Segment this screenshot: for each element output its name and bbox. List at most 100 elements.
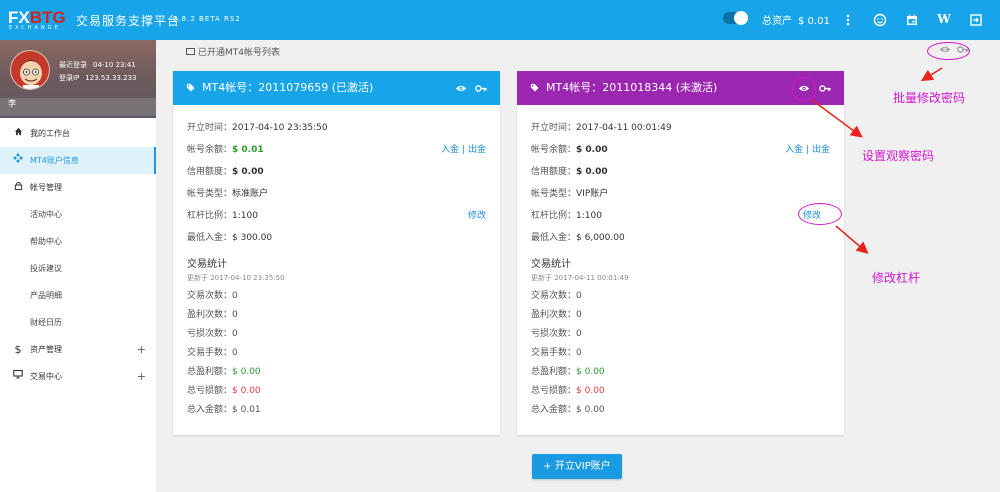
field-label: 帐号类型： bbox=[531, 189, 577, 199]
deposit-link[interactable]: 入金 bbox=[785, 145, 803, 155]
field-label: 开立时间： bbox=[531, 123, 577, 133]
sidebar-item-workbench[interactable]: 我的工作台 bbox=[0, 120, 156, 147]
stat-label: 总入金额： bbox=[187, 405, 233, 415]
account-type-row: 帐号类型：VIP账户 bbox=[531, 183, 830, 205]
modify-leverage-link[interactable]: 修改 bbox=[468, 205, 486, 227]
total-assets-value: $ 0.01 bbox=[798, 16, 830, 27]
stat-row: 交易手数：0 bbox=[187, 344, 486, 363]
stat-label: 亏损次数： bbox=[187, 329, 233, 339]
avatar[interactable] bbox=[10, 50, 50, 90]
breadcrumb-text: 已开通MT4帐号列表 bbox=[198, 48, 280, 58]
sidebar-item-trading[interactable]: 交易中心 + bbox=[0, 363, 156, 390]
field-label: 帐号余额： bbox=[187, 145, 233, 155]
leverage-row: 杠杆比例：1:100 修改 bbox=[531, 205, 830, 227]
login-ip-label: 登录IP bbox=[59, 74, 80, 82]
open-vip-account-button[interactable]: + 开立VIP账户 bbox=[532, 454, 622, 479]
field-label: 信用额度： bbox=[187, 167, 233, 177]
fund-links: 入金 | 出金 bbox=[785, 139, 830, 161]
total-assets-label: 总资产 bbox=[762, 16, 792, 27]
dollar-icon: $ bbox=[14, 343, 22, 356]
annotation-leverage: 修改杠杆 bbox=[872, 271, 921, 285]
account-type-value: 标准账户 bbox=[232, 189, 269, 199]
account-type-value: VIP账户 bbox=[576, 189, 609, 199]
login-ip-value: 123.53.33.233 bbox=[85, 74, 137, 82]
stat-value: 0 bbox=[232, 348, 238, 358]
stat-value: $ 0.00 bbox=[232, 367, 261, 377]
stat-row: 总入金额：$ 0.00 bbox=[531, 401, 830, 420]
stat-label: 盈利次数： bbox=[187, 310, 233, 320]
key-icon[interactable] bbox=[819, 71, 831, 105]
stat-label: 盈利次数： bbox=[531, 310, 577, 320]
sidebar-item-label: 财经日历 bbox=[30, 318, 62, 327]
account-card: MT4帐号：2011079659 (已激活) 开立时间：2017-04-10 2… bbox=[173, 71, 500, 435]
account-card-header: MT4帐号：2011079659 (已激活) bbox=[173, 71, 500, 105]
username-bar bbox=[0, 98, 156, 116]
stat-row: 总盈利额：$ 0.00 bbox=[187, 363, 486, 382]
open-time-row: 开立时间：2017-04-11 00:01:49 bbox=[531, 117, 830, 139]
sidebar-item-label: 帐号管理 bbox=[30, 183, 62, 192]
sidebar-item-account-mgmt[interactable]: 帐号管理 bbox=[0, 174, 156, 201]
link-separator: | bbox=[462, 145, 466, 155]
expand-icon[interactable]: + bbox=[137, 336, 146, 363]
field-label: 帐号余额： bbox=[531, 145, 577, 155]
login-ip: 登录IP 123.53.33.233 bbox=[59, 73, 137, 83]
breadcrumb: 已开通MT4帐号列表 bbox=[186, 45, 280, 58]
eye-icon[interactable] bbox=[455, 71, 467, 105]
sidebar: 最近登录 04-10 23:41 登录IP 123.53.33.233 李 我的工作… bbox=[0, 40, 156, 492]
stat-value: $ 0.01 bbox=[232, 405, 261, 415]
key-icon[interactable] bbox=[475, 71, 487, 105]
balance-row: 帐号余额：$ 0.01 入金 | 出金 bbox=[187, 139, 486, 161]
more-vert-icon[interactable] bbox=[839, 10, 857, 28]
balance-row: 帐号余额：$ 0.00 入金 | 出金 bbox=[531, 139, 830, 161]
sidebar-item-feedback[interactable]: 投诉建议 bbox=[0, 255, 156, 282]
expand-icon[interactable]: + bbox=[137, 363, 146, 390]
deposit-link[interactable]: 入金 bbox=[441, 145, 459, 155]
smiley-icon[interactable] bbox=[871, 10, 889, 28]
w-icon[interactable]: W bbox=[935, 10, 953, 28]
stat-label: 交易次数： bbox=[187, 291, 233, 301]
mode-toggle[interactable] bbox=[723, 11, 748, 25]
open-time-value: 2017-04-10 23:35:50 bbox=[232, 123, 328, 133]
sidebar-item-label: 投诉建议 bbox=[30, 264, 62, 273]
exit-icon[interactable] bbox=[967, 10, 985, 28]
sidebar-item-calendar[interactable]: 财经日历 bbox=[0, 309, 156, 336]
sidebar-item-events[interactable]: 活动中心 bbox=[0, 201, 156, 228]
withdraw-link[interactable]: 出金 bbox=[812, 145, 830, 155]
stat-label: 交易手数： bbox=[187, 348, 233, 358]
stat-row: 总入金额：$ 0.01 bbox=[187, 401, 486, 420]
sidebar-item-label: 活动中心 bbox=[30, 210, 62, 219]
stat-value: $ 0.00 bbox=[576, 386, 605, 396]
sidebar-item-products[interactable]: 产品明细 bbox=[0, 282, 156, 309]
sidebar-item-label: 帮助中心 bbox=[30, 237, 62, 246]
sidebar-item-label: 交易中心 bbox=[30, 372, 62, 381]
balance-value: $ 0.00 bbox=[576, 145, 608, 155]
home-icon bbox=[12, 120, 24, 147]
stat-label: 总盈利额： bbox=[187, 367, 233, 377]
stats-title: 交易统计 bbox=[531, 259, 571, 270]
field-label: 杠杆比例： bbox=[531, 211, 577, 221]
stat-row: 总盈利额：$ 0.00 bbox=[531, 363, 830, 382]
sidebar-item-mt4-info[interactable]: MT4账户信息 bbox=[0, 147, 156, 174]
fund-links: 入金 | 出金 bbox=[441, 139, 486, 161]
stats-title: 交易统计 bbox=[187, 259, 227, 270]
withdraw-link[interactable]: 出金 bbox=[468, 145, 486, 155]
annotation-circle bbox=[792, 77, 816, 101]
last-login-value: 04-10 23:41 bbox=[93, 61, 136, 69]
stat-row: 亏损次数：0 bbox=[187, 325, 486, 344]
leverage-value: 1:100 bbox=[232, 211, 258, 221]
sidebar-item-help[interactable]: 帮助中心 bbox=[0, 228, 156, 255]
brand-logo[interactable]: FXBTG EXCHANGE bbox=[8, 8, 66, 32]
stat-row: 总亏损额：$ 0.00 bbox=[531, 382, 830, 401]
stat-row: 交易次数：0 bbox=[531, 287, 830, 306]
stat-value: 0 bbox=[576, 310, 582, 320]
sidebar-item-assets[interactable]: $ 资产管理 + bbox=[0, 336, 156, 363]
field-label: 开立时间： bbox=[187, 123, 233, 133]
stat-value: 0 bbox=[232, 291, 238, 301]
field-label: 最低入金： bbox=[187, 233, 233, 243]
calendar-icon[interactable] bbox=[903, 10, 921, 28]
logo-sub: EXCHANGE bbox=[9, 25, 61, 31]
balance-value: $ 0.01 bbox=[232, 145, 264, 155]
leverage-value: 1:100 bbox=[576, 211, 602, 221]
sidebar-item-label: 资产管理 bbox=[30, 345, 62, 354]
credit-value: $ 0.00 bbox=[232, 167, 264, 177]
